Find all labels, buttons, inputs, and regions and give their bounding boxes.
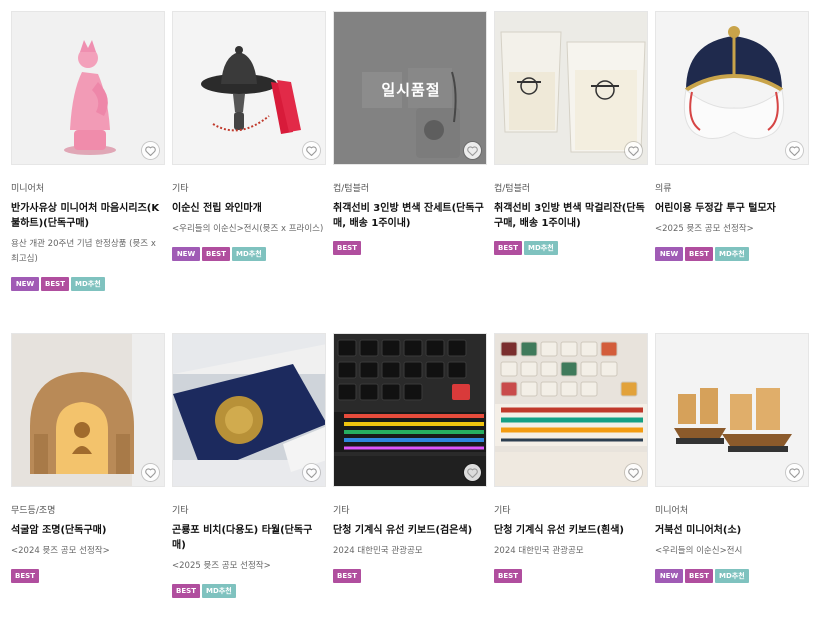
best-badge: BEST (202, 247, 230, 261)
product-card[interactable]: 무드등/조명 석굴암 조명(단독구매) <2024 뮷즈 공모 선정작> BES… (11, 333, 165, 583)
heart-icon[interactable] (786, 142, 803, 159)
product-description: <우리들의 이순신>전시 (655, 546, 743, 556)
product-card[interactable]: 미니어처 반가사유상 미니어처 마음시리즈(K 불하트)(단독구매) 용산 개관… (11, 11, 165, 291)
product-category: 무드등/조명 (11, 506, 56, 516)
product-card[interactable]: 일시품절 컵/텀블러 취객선비 3인방 변색 잔세트(단독구매, 배송 1주이내… (333, 11, 487, 255)
badge-list: BEST MD추천 (172, 584, 326, 598)
badge-list: NEW BEST MD추천 (655, 247, 809, 261)
best-badge: BEST (172, 584, 200, 598)
product-image[interactable] (172, 333, 326, 487)
product-image[interactable] (11, 333, 165, 487)
md-pick-badge: MD추천 (202, 584, 236, 598)
product-title[interactable]: 단청 기계식 유선 키보드(검은색) (333, 523, 487, 538)
badge-list: BEST (333, 241, 487, 255)
product-image[interactable] (172, 11, 326, 165)
product-description: 2024 대한민국 관광공모 (494, 546, 584, 556)
badge-list: NEW BEST MD추천 (11, 277, 165, 291)
badge-list: BEST MD추천 (494, 241, 648, 255)
product-category: 기타 (494, 506, 511, 516)
product-card[interactable]: 의류 어린이용 두정갑 투구 털모자 <2025 뮷즈 공모 선정작> NEW … (655, 11, 809, 261)
product-card[interactable]: 기타 곤룡포 비치(다용도) 타월(단독구매) <2025 뮷즈 공모 선정작>… (172, 333, 326, 598)
heart-icon[interactable] (303, 142, 320, 159)
product-card[interactable]: 기타 단청 기계식 유선 키보드(검은색) 2024 대한민국 관광공모 BES… (333, 333, 487, 583)
product-title[interactable]: 거북선 미니어처(소) (655, 523, 809, 538)
product-card[interactable]: 기타 단청 기계식 유선 키보드(흰색) 2024 대한민국 관광공모 BEST (494, 333, 648, 583)
product-title[interactable]: 취객선비 3인방 변색 잔세트(단독구매, 배송 1주이내) (333, 201, 487, 231)
product-category: 의류 (655, 184, 672, 194)
product-title[interactable]: 이순신 전립 와인마개 (172, 201, 326, 216)
product-image[interactable]: 일시품절 (333, 11, 487, 165)
heart-icon[interactable] (625, 142, 642, 159)
product-grid: 미니어처 반가사유상 미니어처 마음시리즈(K 불하트)(단독구매) 용산 개관… (0, 0, 831, 618)
badge-list: BEST (333, 569, 487, 583)
heart-icon[interactable] (303, 464, 320, 481)
best-badge: BEST (494, 241, 522, 255)
best-badge: BEST (333, 241, 361, 255)
product-image[interactable] (655, 333, 809, 487)
md-pick-badge: MD추천 (232, 247, 266, 261)
heart-icon[interactable] (464, 464, 481, 481)
badge-list: NEW BEST MD추천 (172, 247, 326, 261)
product-category: 기타 (333, 506, 350, 516)
product-image[interactable] (494, 333, 648, 487)
best-badge: BEST (685, 569, 713, 583)
product-description: 용산 개관 20주년 기념 한정상품 (뮷즈 x 최고심) (11, 239, 156, 264)
heart-icon[interactable] (142, 464, 159, 481)
sold-out-overlay: 일시품절 (334, 12, 486, 164)
product-category: 미니어처 (655, 506, 689, 516)
best-badge: BEST (685, 247, 713, 261)
heart-icon[interactable] (142, 142, 159, 159)
badge-list: BEST (11, 569, 165, 583)
best-badge: BEST (41, 277, 69, 291)
product-description: <우리들의 이순신>전시(뮷즈 x 프라이스) (172, 224, 324, 234)
product-description: <2025 뮷즈 공모 선정작> (655, 224, 754, 234)
product-description: <2025 뮷즈 공모 선정작> (172, 561, 271, 571)
product-description: <2024 뮷즈 공모 선정작> (11, 546, 110, 556)
product-card[interactable]: 컵/텀블러 취객선비 3인방 변색 막걸리잔(단독구매, 배송 1주이내) BE… (494, 11, 648, 255)
new-badge: NEW (11, 277, 39, 291)
badge-list: BEST (494, 569, 648, 583)
best-badge: BEST (11, 569, 39, 583)
best-badge: BEST (333, 569, 361, 583)
product-title[interactable]: 어린이용 두정갑 투구 털모자 (655, 201, 809, 216)
product-title[interactable]: 석굴암 조명(단독구매) (11, 523, 165, 538)
heart-icon[interactable] (464, 142, 481, 159)
new-badge: NEW (655, 569, 683, 583)
product-image[interactable] (11, 11, 165, 165)
new-badge: NEW (655, 247, 683, 261)
heart-icon[interactable] (786, 464, 803, 481)
md-pick-badge: MD추천 (71, 277, 105, 291)
product-description: 2024 대한민국 관광공모 (333, 546, 423, 556)
product-image[interactable] (494, 11, 648, 165)
product-image[interactable] (333, 333, 487, 487)
md-pick-badge: MD추천 (715, 247, 749, 261)
product-title[interactable]: 곤룡포 비치(다용도) 타월(단독구매) (172, 523, 326, 553)
new-badge: NEW (172, 247, 200, 261)
product-category: 기타 (172, 184, 189, 194)
md-pick-badge: MD추천 (524, 241, 558, 255)
md-pick-badge: MD추천 (715, 569, 749, 583)
heart-icon[interactable] (625, 464, 642, 481)
product-category: 기타 (172, 506, 189, 516)
product-card[interactable]: 미니어처 거북선 미니어처(소) <우리들의 이순신>전시 NEW BEST M… (655, 333, 809, 583)
best-badge: BEST (494, 569, 522, 583)
product-title[interactable]: 단청 기계식 유선 키보드(흰색) (494, 523, 648, 538)
product-card[interactable]: 기타 이순신 전립 와인마개 <우리들의 이순신>전시(뮷즈 x 프라이스) N… (172, 11, 326, 261)
product-image[interactable] (655, 11, 809, 165)
badge-list: NEW BEST MD추천 (655, 569, 809, 583)
product-category: 컵/텀블러 (333, 184, 370, 194)
product-title[interactable]: 취객선비 3인방 변색 막걸리잔(단독구매, 배송 1주이내) (494, 201, 648, 231)
product-title[interactable]: 반가사유상 미니어처 마음시리즈(K 불하트)(단독구매) (11, 201, 165, 231)
product-category: 미니어처 (11, 184, 45, 194)
product-category: 컵/텀블러 (494, 184, 531, 194)
